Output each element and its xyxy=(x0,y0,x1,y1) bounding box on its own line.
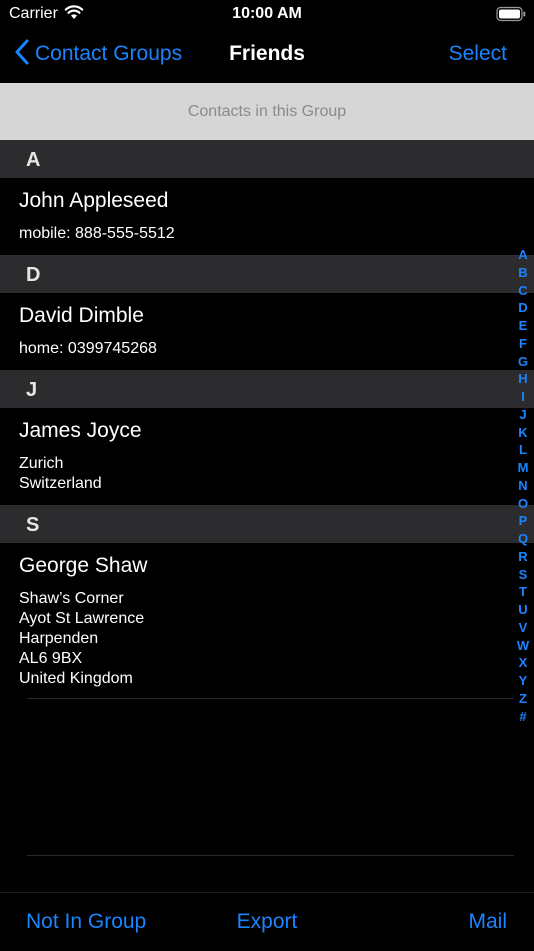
contact-detail-line: Shaw’s Corner xyxy=(19,590,124,607)
contact-row[interactable]: John Appleseed mobile: 888-555-5512 xyxy=(0,178,534,255)
section-header-d: D xyxy=(0,255,534,293)
section-header-j: J xyxy=(0,370,534,408)
index-letter[interactable]: R xyxy=(512,548,534,566)
mail-button[interactable]: Mail xyxy=(468,910,507,934)
contact-detail: mobile: 888-555-5512 xyxy=(19,224,534,244)
index-letter[interactable]: G xyxy=(512,353,534,371)
contact-row[interactable]: David Dimble home: 0399745268 xyxy=(0,293,534,370)
status-bar: Carrier 10:00 AM xyxy=(0,0,534,28)
section-header-a: A xyxy=(0,140,534,178)
clock: 10:00 AM xyxy=(232,5,302,22)
index-letter[interactable]: L xyxy=(512,441,534,459)
contact-detail-line: Zurich xyxy=(19,455,64,472)
index-letter[interactable]: K xyxy=(512,424,534,442)
index-letter[interactable]: I xyxy=(512,388,534,406)
group-header: Contacts in this Group xyxy=(0,83,534,140)
contact-detail: home: 0399745268 xyxy=(19,339,534,359)
index-letter[interactable]: U xyxy=(512,601,534,619)
contact-detail: Zurich Switzerland xyxy=(19,454,534,494)
index-letter[interactable]: F xyxy=(512,335,534,353)
index-letter[interactable]: B xyxy=(512,264,534,282)
index-letter[interactable]: H xyxy=(512,370,534,388)
index-letter[interactable]: D xyxy=(512,299,534,317)
contact-detail-line: Ayot St Lawrence xyxy=(19,610,145,627)
index-letter[interactable]: T xyxy=(512,583,534,601)
section-letter: D xyxy=(26,264,41,286)
index-letter[interactable]: J xyxy=(512,406,534,424)
back-button-label: Contact Groups xyxy=(35,42,183,65)
index-letter[interactable]: Y xyxy=(512,672,534,690)
section-header-s: S xyxy=(0,505,534,543)
chevron-left-icon xyxy=(15,39,29,70)
contact-name: David Dimble xyxy=(19,304,144,327)
contact-detail-line: mobile: 888-555-5512 xyxy=(19,225,175,242)
index-letter[interactable]: A xyxy=(512,246,534,264)
section-index[interactable]: A B C D E F G H I J K L M N O P Q R S T U V W X Y Z # xyxy=(512,246,534,725)
contact-name: George Shaw xyxy=(19,554,148,577)
index-letter[interactable]: E xyxy=(512,317,534,335)
contact-name: John Appleseed xyxy=(19,189,169,212)
contact-name: James Joyce xyxy=(19,419,142,442)
contact-detail-line: AL6 9BX xyxy=(19,650,83,667)
battery-icon xyxy=(496,6,526,27)
index-letter[interactable]: P xyxy=(512,512,534,530)
row-separator xyxy=(27,855,514,856)
index-letter[interactable]: # xyxy=(512,708,534,726)
index-letter[interactable]: O xyxy=(512,495,534,513)
index-letter[interactable]: V xyxy=(512,619,534,637)
index-letter[interactable]: W xyxy=(512,637,534,655)
row-separator xyxy=(27,698,514,699)
contact-detail-line: United Kingdom xyxy=(19,670,133,687)
index-letter[interactable]: C xyxy=(512,282,534,300)
index-letter[interactable]: Z xyxy=(512,690,534,708)
contact-detail-line: Harpenden xyxy=(19,630,99,647)
bottom-toolbar: Not In Group Export Mail xyxy=(0,892,534,951)
index-letter[interactable]: X xyxy=(512,654,534,672)
select-button[interactable]: Select xyxy=(449,42,507,66)
section-letter: A xyxy=(26,149,41,171)
contact-detail-line: home: 0399745268 xyxy=(19,340,157,357)
back-button[interactable]: Contact Groups xyxy=(15,38,182,70)
contact-row[interactable]: George Shaw Shaw’s Corner Ayot St Lawren… xyxy=(0,543,534,699)
contact-detail-line: Switzerland xyxy=(19,475,102,492)
contact-row[interactable]: James Joyce Zurich Switzerland xyxy=(0,408,534,505)
index-letter[interactable]: S xyxy=(512,566,534,584)
group-header-label: Contacts in this Group xyxy=(187,103,347,120)
section-letter: S xyxy=(26,514,40,536)
contact-list: A John Appleseed mobile: 888-555-5512 D … xyxy=(0,140,534,699)
navigation-bar: Contact Groups Friends Select xyxy=(0,28,534,83)
export-button[interactable]: Export xyxy=(237,910,298,933)
contact-detail: Shaw’s Corner Ayot St Lawrence Harpenden… xyxy=(19,589,534,689)
index-letter[interactable]: M xyxy=(512,459,534,477)
section-letter: J xyxy=(26,379,38,401)
index-letter[interactable]: N xyxy=(512,477,534,495)
index-letter[interactable]: Q xyxy=(512,530,534,548)
not-in-group-button[interactable]: Not In Group xyxy=(26,910,146,934)
